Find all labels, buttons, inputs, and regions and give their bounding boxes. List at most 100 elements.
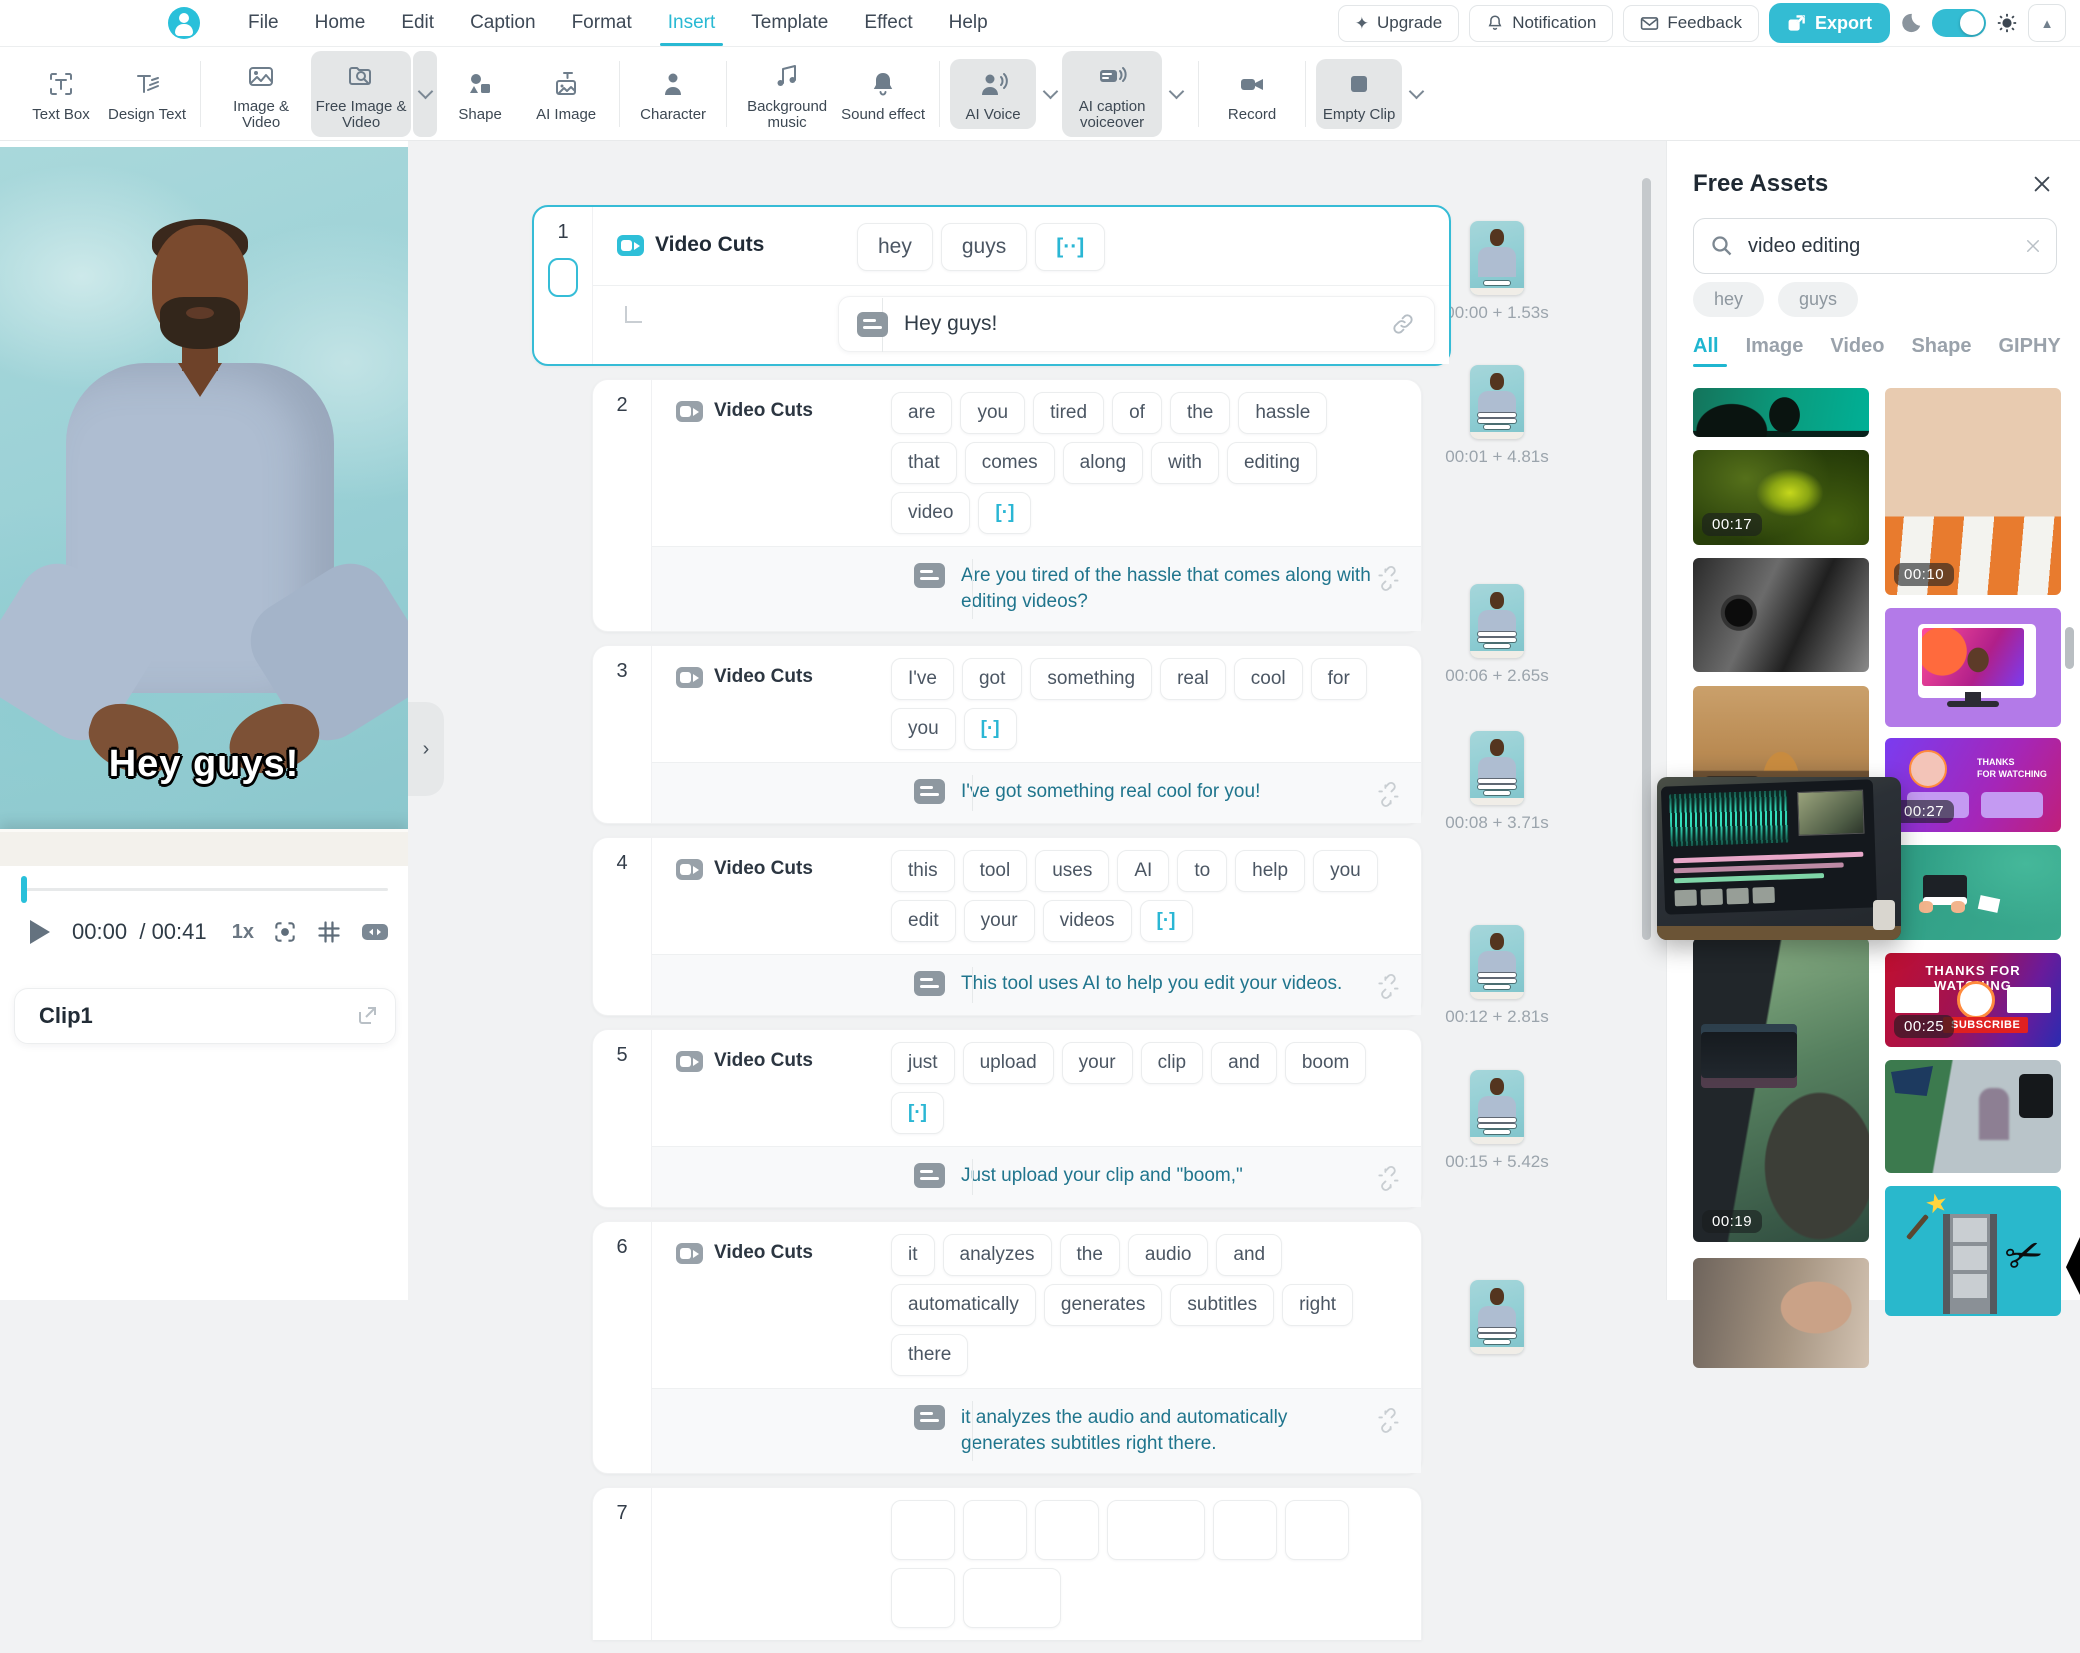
pause-chip[interactable]: [·]: [964, 708, 1017, 750]
menu-item-insert[interactable]: Insert: [668, 0, 716, 46]
notification-button[interactable]: Notification: [1469, 5, 1613, 42]
segment-card-7[interactable]: 7: [592, 1487, 1422, 1640]
segment-thumbnail-1[interactable]: 00:00 + 1.53s: [1437, 221, 1557, 323]
segment-thumbnail-3[interactable]: 00:06 + 2.65s: [1437, 584, 1557, 686]
toolbar-item-ai-caption-voiceover[interactable]: AI caption voiceover: [1062, 51, 1162, 137]
tab-image[interactable]: Image: [1746, 335, 1804, 367]
theme-toggle[interactable]: [1932, 9, 1986, 37]
word-chip[interactable]: comes: [965, 442, 1055, 484]
word-chip[interactable]: editing: [1227, 442, 1317, 484]
menu-item-help[interactable]: Help: [949, 0, 988, 46]
menu-item-effect[interactable]: Effect: [864, 0, 912, 46]
export-button[interactable]: Export: [1769, 3, 1890, 43]
clear-search-icon[interactable]: [2024, 237, 2042, 255]
caption-text[interactable]: I've got something real cool for you!: [961, 779, 1260, 805]
word-chip[interactable]: tired: [1033, 392, 1104, 434]
word-chip[interactable]: got: [962, 658, 1022, 700]
pause-chip[interactable]: [·]: [891, 1092, 944, 1134]
word-chip[interactable]: subtitles: [1170, 1284, 1274, 1326]
thumbnail-image[interactable]: [1470, 925, 1524, 999]
word-chip[interactable]: [963, 1568, 1061, 1628]
word-chip[interactable]: clip: [1141, 1042, 1204, 1084]
segment-caption-row[interactable]: Hey guys!: [593, 285, 1449, 364]
grid-icon[interactable]: [316, 919, 342, 945]
word-chip[interactable]: there: [891, 1334, 968, 1376]
pause-chip[interactable]: [·]: [1140, 900, 1193, 942]
word-chip[interactable]: you: [891, 708, 956, 750]
word-chip[interactable]: along: [1063, 442, 1144, 484]
open-clip-icon[interactable]: [355, 1004, 379, 1028]
asset-tile-thanks-watching-purple[interactable]: THANKS FOR WATCHING00:27: [1885, 738, 2061, 832]
unlink-icon[interactable]: [1375, 779, 1401, 807]
word-chip[interactable]: the: [1060, 1234, 1120, 1276]
word-chip[interactable]: something: [1030, 658, 1152, 700]
caption-text[interactable]: Just upload your clip and "boom,": [961, 1163, 1243, 1189]
video-preview[interactable]: Hey guys!: [0, 147, 408, 866]
asset-tile-tablet-hands[interactable]: [1693, 1258, 1869, 1368]
pause-chip[interactable]: [··]: [1035, 223, 1105, 271]
thumbnail-image[interactable]: [1470, 365, 1524, 439]
asset-tile-thanks-watching-red[interactable]: THANKS FOR WATCHINGSUBSCRIBE00:25: [1885, 953, 2061, 1047]
word-chip[interactable]: [1035, 1500, 1099, 1560]
word-chip[interactable]: generates: [1044, 1284, 1163, 1326]
word-chip[interactable]: to: [1177, 850, 1227, 892]
word-chip[interactable]: [1285, 1500, 1349, 1560]
playback-speed[interactable]: 1x: [232, 921, 254, 944]
segment-thumbnail-7[interactable]: [1437, 1280, 1557, 1354]
word-chip[interactable]: I've: [891, 658, 954, 700]
segment-thumbnail-2[interactable]: 00:01 + 4.81s: [1437, 365, 1557, 467]
segment-thumbnail-5[interactable]: 00:12 + 2.81s: [1437, 925, 1557, 1027]
toolbar-item-design-text[interactable]: Design Text: [104, 59, 190, 129]
word-chip[interactable]: just: [891, 1042, 955, 1084]
subscribe-button[interactable]: SUBSCRIBE: [1943, 1017, 2028, 1033]
word-chip[interactable]: boom: [1285, 1042, 1367, 1084]
word-chip[interactable]: help: [1235, 850, 1305, 892]
asset-tile-silhouette-workstation[interactable]: [1693, 388, 1869, 437]
word-chip[interactable]: AI: [1117, 850, 1169, 892]
menu-item-format[interactable]: Format: [572, 0, 632, 46]
playhead[interactable]: [21, 876, 27, 903]
snapshot-icon[interactable]: [272, 919, 298, 945]
word-chip[interactable]: your: [964, 900, 1035, 942]
link-icon[interactable]: [1390, 311, 1416, 337]
segment-caption-row[interactable]: it analyzes the audio and automatically …: [652, 1388, 1421, 1473]
assets-scrollbar[interactable]: [2065, 627, 2074, 669]
segment-thumbnail-4[interactable]: 00:08 + 3.71s: [1437, 731, 1557, 833]
toolbar-item-text-box[interactable]: Text Box: [18, 59, 104, 129]
word-chip[interactable]: are: [891, 392, 952, 434]
word-chip[interactable]: and: [1216, 1234, 1282, 1276]
unlink-icon[interactable]: [1375, 563, 1401, 591]
segment-thumbnail-6[interactable]: 00:15 + 5.42s: [1437, 1070, 1557, 1172]
toolbar-item-free-image-video[interactable]: Free Image & Video: [311, 51, 411, 137]
word-chip[interactable]: and: [1211, 1042, 1277, 1084]
unlink-icon[interactable]: [1375, 1405, 1401, 1433]
thumbnail-image[interactable]: [1470, 731, 1524, 805]
asset-tile-teal-workspace-illustration[interactable]: [1885, 845, 2061, 940]
word-chip[interactable]: right: [1282, 1284, 1353, 1326]
chevron-down-icon[interactable]: [413, 51, 437, 137]
asset-tile-editor-over-shoulder[interactable]: 00:19: [1693, 938, 1869, 1242]
unlink-icon[interactable]: [1375, 1163, 1401, 1191]
toolbar-item-shape[interactable]: Shape: [437, 59, 523, 129]
word-chip[interactable]: [1213, 1500, 1277, 1560]
word-chip[interactable]: this: [891, 850, 955, 892]
thumbnail-image[interactable]: [1470, 221, 1524, 295]
asset-tile-influencer-monitor[interactable]: [1885, 608, 2061, 727]
word-chip[interactable]: with: [1151, 442, 1219, 484]
caption-text[interactable]: it analyzes the audio and automatically …: [961, 1405, 1375, 1457]
word-chip[interactable]: for: [1311, 658, 1367, 700]
word-chip[interactable]: upload: [963, 1042, 1054, 1084]
chevron-down-icon[interactable]: [1164, 51, 1188, 137]
word-chip[interactable]: that: [891, 442, 957, 484]
tab-video[interactable]: Video: [1830, 335, 1884, 367]
clip-card[interactable]: Clip1: [14, 988, 396, 1044]
thumbnail-image[interactable]: [1470, 1070, 1524, 1144]
toolbar-item-character[interactable]: Character: [630, 59, 716, 129]
play-button[interactable]: [30, 920, 50, 944]
asset-tile-camera-closeup[interactable]: [1693, 558, 1869, 672]
menu-item-file[interactable]: File: [248, 0, 279, 46]
upgrade-button[interactable]: ✦ Upgrade: [1338, 5, 1459, 42]
toolbar-item-record[interactable]: Record: [1209, 59, 1295, 129]
toolbar-item-sound-effect[interactable]: Sound effect: [837, 59, 929, 129]
word-chip[interactable]: hey: [857, 223, 933, 271]
